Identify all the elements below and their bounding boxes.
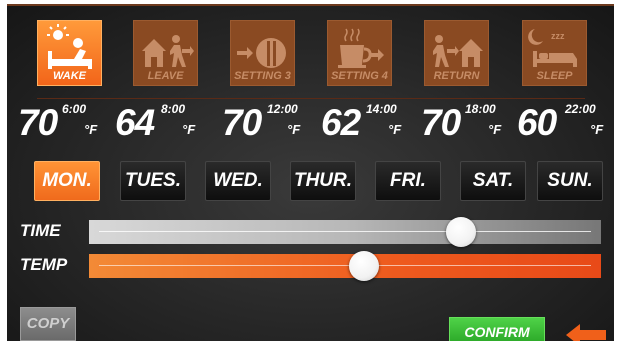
day-button-thur[interactable]: THUR. [290,161,356,201]
period-divider [37,98,585,99]
day-button-sat[interactable]: SAT. [460,161,526,201]
back-arrow-icon[interactable] [566,324,606,341]
temp-value: 70 [421,102,461,143]
thermostat-screen: WAKE LEAVE SETTING 3 SETTING 4 RETURN zz… [7,4,614,341]
period-label: SETTING 3 [234,70,291,82]
temp-time: 22:00 [565,102,596,116]
temp-value: 62 [321,102,361,143]
temp-time: 18:00 [465,102,496,116]
svg-text:zzz: zzz [551,31,565,41]
temp-unit: °F [488,122,502,137]
temp-time: 12:00 [267,102,298,116]
copy-button[interactable]: COPY [20,307,76,341]
confirm-button[interactable]: CONFIRM [449,317,545,341]
temp-value: 70 [222,102,262,143]
day-button-mon[interactable]: MON. [34,161,100,201]
period-tile-setting-3[interactable]: SETTING 3 [230,20,295,86]
period-label: SETTING 4 [331,70,388,82]
temp-slider-handle[interactable] [349,251,380,281]
temp-value: 70 [18,102,58,143]
period-tile-return[interactable]: RETURN [424,20,489,86]
period-tile-sleep[interactable]: zzz SLEEP [522,20,587,86]
temp-setpoint[interactable]: 70 12:00 °F [222,102,317,143]
period-label: WAKE [53,70,86,82]
day-button-sun[interactable]: SUN. [537,161,603,201]
period-label: LEAVE [147,70,184,82]
period-tile-setting-4[interactable]: SETTING 4 [327,20,392,86]
temp-unit: °F [287,122,301,137]
day-button-tues[interactable]: TUES. [120,161,186,201]
period-tile-leave[interactable]: LEAVE [133,20,198,86]
temp-setpoint[interactable]: 64 8:00 °F [115,102,210,143]
temp-unit: °F [388,122,402,137]
day-button-wed[interactable]: WED. [205,161,271,201]
temp-setpoint[interactable]: 60 22:00 °F [517,102,612,143]
temp-unit: °F [182,122,196,137]
time-slider-handle[interactable] [445,217,476,247]
time-slider[interactable] [89,217,601,247]
period-label: RETURN [433,70,480,82]
top-divider [7,4,614,6]
temp-setpoint[interactable]: 70 6:00 °F [18,102,113,143]
slider-line [99,231,591,232]
temp-setpoint[interactable]: 62 14:00 °F [321,102,416,143]
time-label: TIME [20,221,61,240]
temp-time: 6:00 [62,102,87,116]
temp-unit: °F [590,122,604,137]
period-tile-wake[interactable]: WAKE [37,20,102,86]
temp-label: TEMP [20,255,68,274]
temp-setpoint[interactable]: 70 18:00 °F [421,102,516,143]
day-button-fri[interactable]: FRI. [375,161,441,201]
temp-value: 60 [517,102,557,143]
temp-value: 64 [115,102,155,143]
period-label: SLEEP [536,70,573,82]
temp-unit: °F [84,122,98,137]
temp-time: 14:00 [366,102,397,116]
temp-slider[interactable] [89,251,601,281]
temp-time: 8:00 [161,102,186,116]
slider-line [99,265,591,266]
